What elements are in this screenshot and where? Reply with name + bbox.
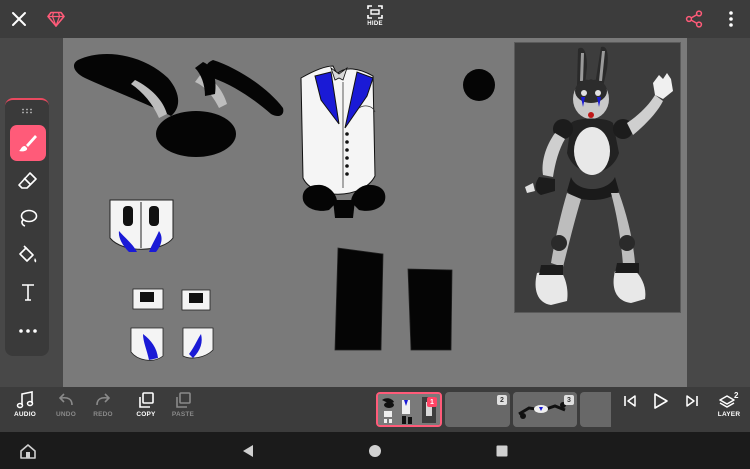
drawing-canvas[interactable] [63,38,687,387]
layers-icon: 2 [719,391,739,408]
reference-bunny-model [515,43,680,312]
paint-bucket-icon [19,245,37,263]
close-icon [12,12,26,26]
frame-number: 3 [564,395,574,405]
layers-button[interactable]: 2 LAYER [711,391,747,429]
skip-previous-icon [624,395,636,407]
suit-torso-drawing [300,65,386,218]
house-icon [20,444,36,459]
layer-label: LAYER [717,411,741,418]
redo-label: REDO [93,411,113,418]
lasso-tool[interactable] [10,200,46,236]
more-vertical-icon [729,11,733,27]
text-tool[interactable] [10,274,46,310]
share-button[interactable] [680,5,708,33]
close-button[interactable] [5,5,33,33]
brush-tool[interactable] [10,125,46,161]
frame-thumbnail-4[interactable] [580,392,611,427]
tool-palette [5,98,49,356]
lasso-icon [20,209,38,227]
undo-icon [58,393,73,406]
legs-drawing [334,247,453,351]
system-navigation-bar [0,432,750,469]
layer-count: 2 [734,391,739,400]
frame-thumbnail-2[interactable]: 2 [445,392,510,427]
home-button[interactable] [365,441,385,461]
fill-tool[interactable] [10,237,46,273]
paste-icon [176,392,191,408]
bottom-toolbar: AUDIO UNDO REDO COPY PASTE 2 LAYER [0,387,750,432]
top-bar: HIDE [0,0,750,38]
frame-thumbnail-3[interactable]: 3 [513,392,577,427]
jaw-drawing-large [109,199,174,252]
redo-button[interactable]: REDO [85,391,121,429]
more-tools-button[interactable] [10,313,46,349]
audio-button[interactable]: AUDIO [7,391,43,429]
share-icon [685,10,703,28]
ink-dot [463,69,495,101]
undo-label: UNDO [56,411,76,418]
undo-button[interactable]: UNDO [48,391,84,429]
redo-icon [96,393,111,406]
text-icon [22,284,34,301]
copy-label: COPY [136,411,156,418]
reference-image-panel[interactable] [514,42,681,313]
paste-button[interactable]: PASTE [165,391,201,429]
more-horizontal-icon [19,329,37,333]
play-button[interactable] [642,392,678,430]
flipaclip-editor: HIDE AUDIO UNDO REDO COPY PASTE 2 LAYER … [0,0,750,469]
skip-next-icon [686,395,698,407]
diamond-icon [47,11,65,27]
palette-drag-handle[interactable] [5,98,49,122]
frame-thumbnail-1[interactable]: 1 [376,392,442,427]
recents-square-icon [496,445,508,457]
eraser-icon [18,172,37,189]
hide-ui-icon [367,5,383,19]
home-circle-icon [369,445,381,457]
frame-number: 1 [427,397,437,407]
music-note-icon [16,391,34,409]
back-button[interactable] [238,441,258,461]
drawing-artwork [73,54,495,361]
copy-icon [139,392,154,408]
play-icon [654,393,668,409]
bunny-head-drawing [73,54,284,157]
paste-label: PASTE [171,411,195,418]
hide-button[interactable]: HIDE [358,4,392,36]
audio-label: AUDIO [14,411,36,418]
copy-button[interactable]: COPY [128,391,164,429]
hide-label: HIDE [367,21,383,27]
drag-handle-icon [22,108,32,114]
premium-button[interactable] [42,5,70,33]
eraser-tool[interactable] [10,163,46,199]
home-app-button[interactable] [18,441,38,461]
brush-icon [19,135,37,152]
frame-number: 2 [497,395,507,405]
more-menu-button[interactable] [717,5,745,33]
recents-button[interactable] [492,441,512,461]
jaw-pieces-small [130,288,214,361]
back-triangle-icon [243,445,253,457]
next-frame-button[interactable] [674,393,710,431]
